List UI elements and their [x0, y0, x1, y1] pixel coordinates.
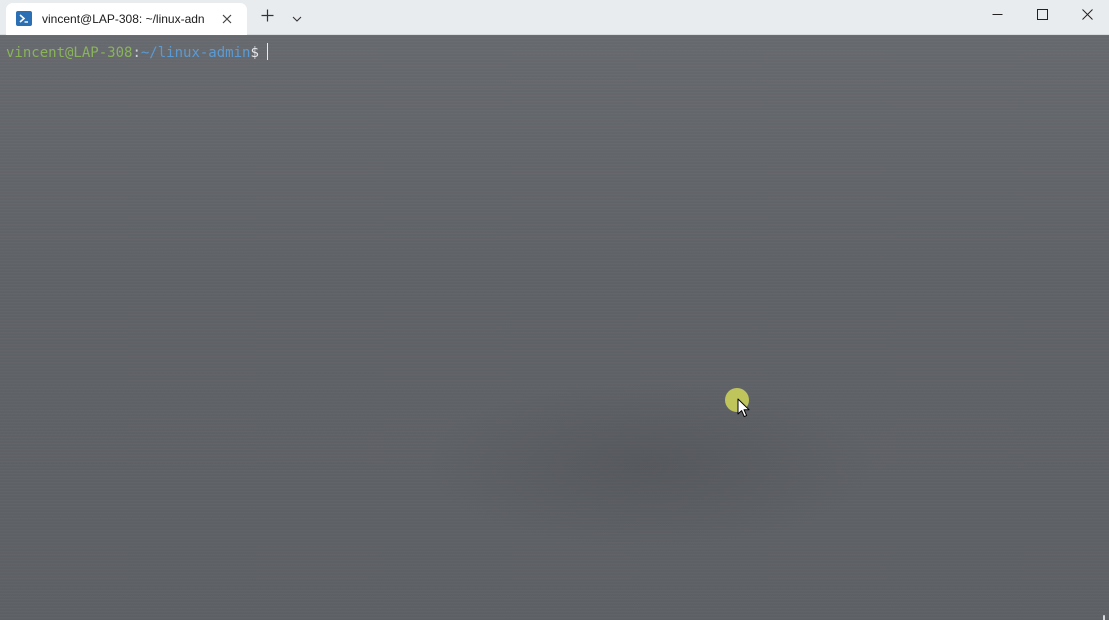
- chevron-down-icon: [292, 9, 302, 27]
- close-icon: [1081, 7, 1093, 25]
- terminal-icon: [16, 11, 32, 26]
- close-tab-icon[interactable]: [218, 10, 236, 28]
- new-tab-button[interactable]: [256, 7, 278, 29]
- terminal-output-area[interactable]: vincent@LAP-308:~/linux-admin$: [0, 35, 1109, 620]
- scrollbar-thumb[interactable]: [1103, 615, 1105, 620]
- tab-title: vincent@LAP-308: ~/linux-adn: [42, 12, 205, 26]
- title-bar: vincent@LAP-308: ~/linux-adn: [0, 0, 1109, 35]
- prompt-path: ~/linux-admin: [140, 45, 251, 61]
- prompt-separator: :: [132, 45, 141, 61]
- maximize-icon: [1036, 7, 1048, 25]
- shell-prompt: vincent@LAP-308:~/linux-admin$: [6, 43, 268, 61]
- plus-icon: [261, 9, 274, 27]
- close-window-button[interactable]: [1064, 0, 1109, 32]
- minimize-button[interactable]: [974, 0, 1020, 32]
- prompt-symbol: $: [250, 45, 259, 61]
- maximize-button[interactable]: [1019, 0, 1065, 32]
- mouse-pointer-icon: [737, 398, 751, 418]
- tab-dropdown-button[interactable]: [287, 8, 307, 28]
- minimize-icon: [992, 7, 1003, 25]
- text-cursor: [266, 43, 268, 60]
- tab-terminal[interactable]: vincent@LAP-308: ~/linux-adn: [6, 3, 247, 35]
- prompt-user-host: vincent@LAP-308: [6, 45, 133, 61]
- terminal-window: vincent@LAP-308: ~/linux-adn vincent@LAP…: [0, 0, 1109, 620]
